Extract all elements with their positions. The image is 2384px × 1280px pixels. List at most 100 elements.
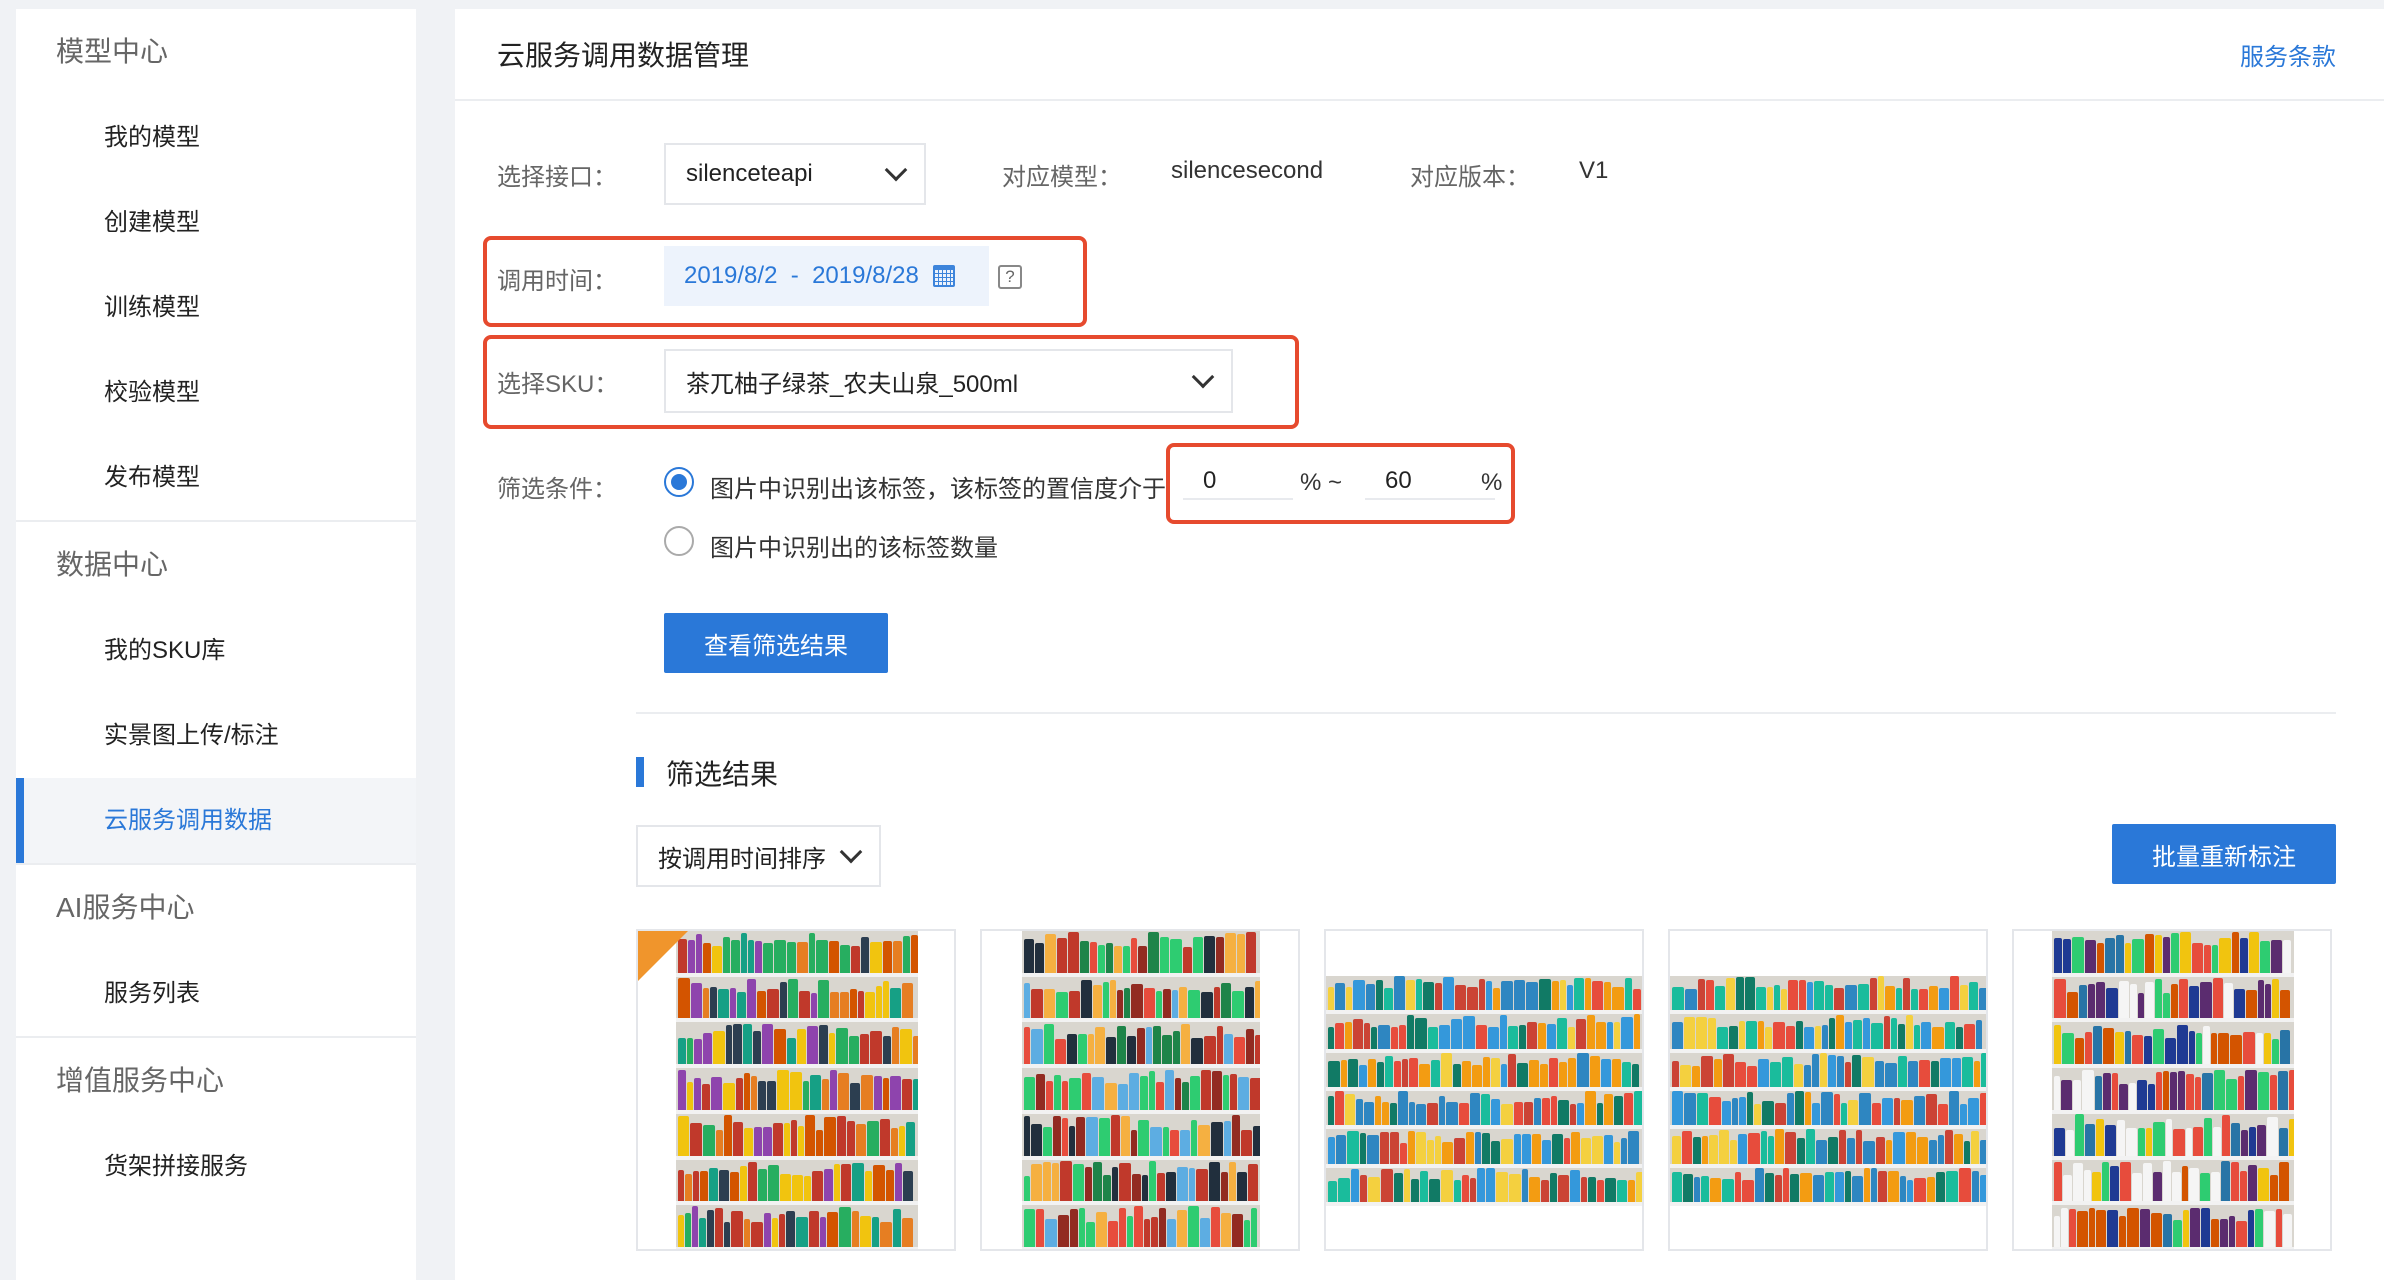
bottle xyxy=(2190,1208,2200,1247)
bottle xyxy=(1529,1176,1540,1202)
bottle xyxy=(1399,1025,1406,1049)
bottle xyxy=(703,943,711,973)
bottle xyxy=(880,1221,892,1247)
bottle xyxy=(1852,1055,1861,1087)
help-icon[interactable]: ? xyxy=(998,265,1022,289)
sidebar-item-cloud-call-data[interactable]: 云服务调用数据 xyxy=(16,778,416,863)
sidebar-item-create-model[interactable]: 创建模型 xyxy=(16,180,416,265)
bottle xyxy=(1435,983,1442,1011)
bottle xyxy=(1794,1063,1803,1087)
radio-confidence-option[interactable] xyxy=(664,467,694,497)
sidebar-item-shelf-stitching[interactable]: 货架拼接服务 xyxy=(16,1124,416,1209)
bottle xyxy=(1596,1021,1606,1049)
bottle xyxy=(2119,1083,2128,1110)
sidebar-item-train-model[interactable]: 训练模型 xyxy=(16,265,416,350)
date-range-picker[interactable]: 2019/8/2 - 2019/8/28 xyxy=(664,246,989,306)
bottle xyxy=(824,1116,836,1156)
bottle xyxy=(1859,1092,1871,1126)
bottle xyxy=(1715,985,1725,1011)
result-thumbnail[interactable] xyxy=(1324,929,1644,1251)
bottle xyxy=(893,940,902,973)
bottle xyxy=(1044,1024,1054,1065)
bottle xyxy=(1204,1036,1216,1065)
view-results-button[interactable]: 查看筛选结果 xyxy=(664,613,888,673)
bottle xyxy=(2186,1128,2192,1156)
bottle xyxy=(1906,1132,1916,1164)
bottle xyxy=(719,1170,729,1202)
sku-select[interactable]: 茶兀柚子绿茶_农夫山泉_500ml xyxy=(664,349,1233,413)
bottle xyxy=(1067,1033,1077,1065)
bottle xyxy=(1196,1168,1208,1202)
sidebar-item-publish-model[interactable]: 发布模型 xyxy=(16,435,416,520)
bottle xyxy=(2126,1128,2137,1156)
version-value: V1 xyxy=(1579,157,1609,184)
bottle xyxy=(1853,1020,1862,1049)
max-confidence-input[interactable] xyxy=(1365,464,1495,500)
bottle xyxy=(860,1216,871,1247)
bottle xyxy=(1825,1171,1834,1202)
bottle xyxy=(2119,1216,2126,1247)
sidebar-item-service-list[interactable]: 服务列表 xyxy=(16,951,416,1036)
bottle xyxy=(819,1024,828,1065)
bottle xyxy=(2255,1208,2263,1247)
bottle xyxy=(1470,1177,1476,1202)
bottle xyxy=(1459,1102,1469,1126)
bottle xyxy=(791,1120,797,1156)
result-thumbnail[interactable] xyxy=(636,929,956,1251)
bottle xyxy=(1508,1053,1516,1087)
bottle xyxy=(751,1076,757,1110)
bottle xyxy=(731,939,740,973)
bottle xyxy=(767,1081,776,1110)
bottle xyxy=(1952,1058,1961,1087)
sidebar-item-upload-label[interactable]: 实景图上传/标注 xyxy=(16,693,416,778)
bottle xyxy=(1427,1103,1438,1126)
terms-link[interactable]: 服务条款 xyxy=(2240,37,2336,72)
shelf-photo-icon xyxy=(676,931,918,1249)
bottle xyxy=(1062,1118,1068,1156)
bottle xyxy=(903,935,910,973)
bottle xyxy=(1552,980,1559,1011)
bottle xyxy=(678,1115,689,1156)
bottle xyxy=(1483,1056,1490,1087)
bottle xyxy=(2189,985,2199,1019)
bottle xyxy=(1577,1053,1589,1087)
bottle xyxy=(1394,976,1405,1011)
batch-relabel-button[interactable]: 批量重新标注 xyxy=(2112,824,2336,884)
bottle xyxy=(1522,1134,1531,1164)
result-thumbnail[interactable] xyxy=(980,929,1300,1251)
bottle xyxy=(2120,1161,2131,1202)
bottle xyxy=(1945,1130,1953,1164)
result-thumbnail[interactable] xyxy=(2012,929,2332,1251)
shelf-row xyxy=(676,931,918,977)
sort-select[interactable]: 按调用时间排序 xyxy=(636,825,881,887)
api-select[interactable]: silenceteapi xyxy=(664,143,926,205)
sidebar-item-my-sku[interactable]: 我的SKU库 xyxy=(16,608,416,693)
bottle xyxy=(1981,1052,1986,1087)
bottle xyxy=(1939,988,1949,1011)
bottle xyxy=(1182,1082,1189,1110)
result-thumbnail[interactable] xyxy=(1668,929,1988,1251)
bottle xyxy=(1234,1037,1245,1065)
bottle xyxy=(1612,1058,1621,1087)
bottle xyxy=(1672,1022,1683,1049)
bottle xyxy=(1170,1130,1179,1156)
bottle xyxy=(1073,1164,1084,1202)
bottle xyxy=(1526,981,1538,1011)
sidebar-item-validate-model[interactable]: 校验模型 xyxy=(16,350,416,435)
radio-count-option[interactable] xyxy=(664,526,694,556)
bottle xyxy=(805,1115,815,1156)
bottle xyxy=(1435,1136,1441,1164)
bottle xyxy=(1232,1115,1240,1156)
bottle xyxy=(1723,1053,1734,1087)
bottle xyxy=(2231,1162,2239,1202)
date-range-value: 2019/8/2 - 2019/8/28 xyxy=(684,262,919,289)
bottle xyxy=(1592,1136,1603,1164)
min-confidence-input[interactable] xyxy=(1183,464,1293,500)
bottle xyxy=(1979,987,1986,1011)
sidebar-section-title: 模型中心 xyxy=(56,36,169,67)
bottle xyxy=(1917,1136,1928,1164)
bottle xyxy=(2105,1125,2116,1156)
bottle xyxy=(906,1121,915,1156)
shelf-row xyxy=(1670,1014,1986,1053)
sidebar-item-my-models[interactable]: 我的模型 xyxy=(16,95,416,180)
